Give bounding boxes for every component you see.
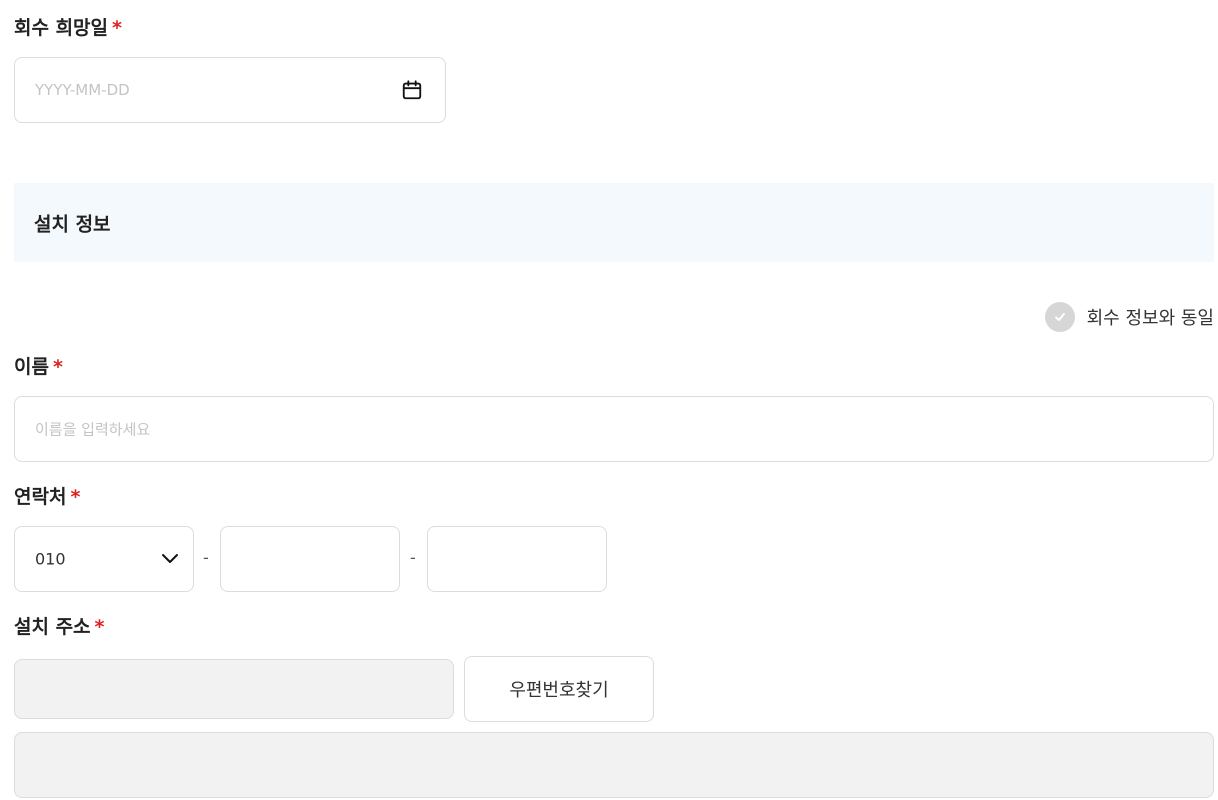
pickup-date-label-text: 회수 희망일	[14, 17, 109, 39]
phone-separator: -	[203, 548, 209, 567]
name-label-text: 이름	[14, 356, 49, 378]
address-label: 설치 주소 *	[14, 615, 104, 639]
install-section-title: 설치 정보	[34, 213, 111, 235]
address-label-text: 설치 주소	[14, 616, 91, 638]
required-mark: *	[52, 356, 63, 378]
calendar-icon[interactable]	[401, 79, 423, 101]
install-section-header: 설치 정보	[14, 183, 1214, 262]
check-icon[interactable]	[1044, 302, 1075, 332]
phone-prefix-select[interactable]: 010	[14, 526, 194, 592]
phone-last-input[interactable]	[427, 526, 607, 592]
contact-label: 연락처 *	[14, 485, 80, 509]
same-as-pickup-label: 회수 정보와 동일	[1086, 308, 1214, 329]
name-label: 이름 *	[14, 355, 63, 379]
contact-label-text: 연락처	[14, 486, 67, 508]
required-mark: *	[70, 486, 81, 508]
pickup-date-placeholder: YYYY-MM-DD	[35, 81, 130, 99]
required-mark: *	[112, 17, 122, 39]
phone-prefix-value: 010	[35, 549, 66, 569]
form-page: 회수 희망일 * YYYY-MM-DD 설치 정보 회수 정보와 동일 이름 * 이…	[0, 0, 1218, 800]
phone-separator: -	[410, 548, 416, 567]
required-mark: *	[94, 616, 105, 638]
chevron-down-icon	[162, 554, 178, 563]
same-as-pickup-checkbox[interactable]: 회수 정보와 동일	[1044, 302, 1214, 332]
name-placeholder: 이름을 입력하세요	[35, 420, 151, 439]
name-input[interactable]: 이름을 입력하세요	[14, 396, 1214, 462]
address-field[interactable]	[14, 732, 1214, 798]
find-zipcode-button[interactable]: 우편번호찾기	[464, 656, 654, 722]
pickup-date-label: 회수 희망일 *	[14, 16, 122, 40]
zipcode-field[interactable]	[14, 659, 454, 719]
pickup-date-field[interactable]: YYYY-MM-DD	[14, 57, 446, 123]
phone-middle-input[interactable]	[220, 526, 400, 592]
